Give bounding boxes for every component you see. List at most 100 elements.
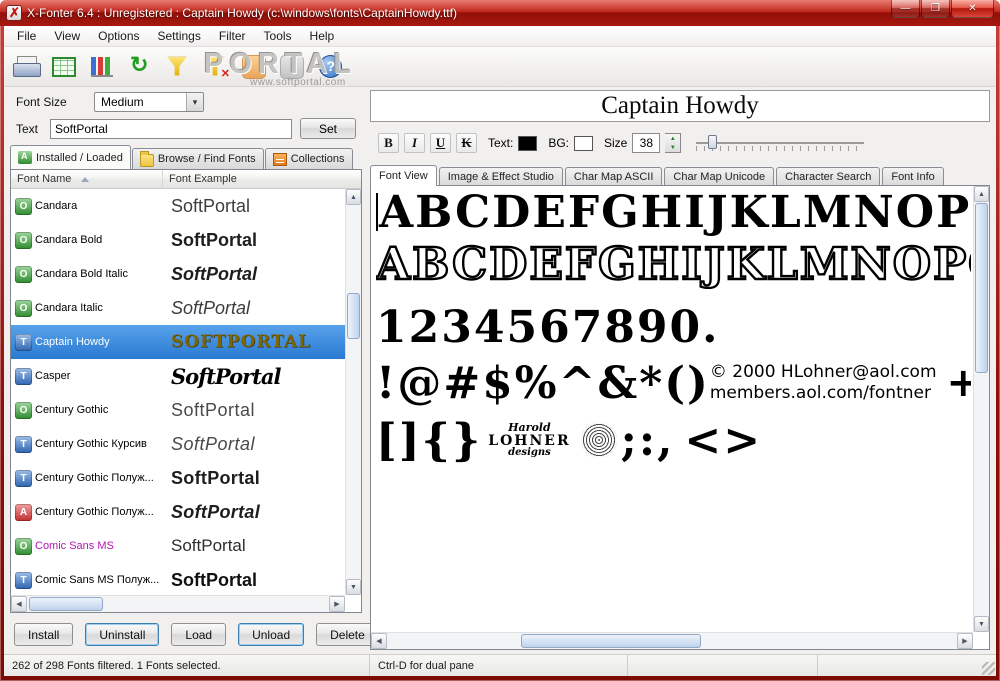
sample-text-input[interactable] [50,118,292,139]
load-button[interactable]: Load [171,623,227,646]
tab-image-effect-studio[interactable]: Image & Effect Studio [438,167,563,186]
font-name: Comic Sans MS Полуж... [35,574,160,586]
preview-text: + [946,360,971,407]
scroll-up-icon[interactable] [974,186,989,202]
scrollbar-thumb[interactable] [521,634,701,648]
scroll-down-icon[interactable] [974,616,989,632]
tab-collections[interactable]: Collections [264,148,353,169]
window-title: X-Fonter 6.4 : Unregistered : Captain Ho… [27,6,457,20]
puzzle-gray-button[interactable] [274,51,310,83]
size-slider[interactable] [696,134,865,152]
table-row-candara-bold[interactable]: O Candara Bold SoftPortal [11,223,345,257]
table-row-century-gothic[interactable]: O Century Gothic SoftPortal [11,393,345,427]
scrollbar-thumb[interactable] [29,597,103,611]
maximize-button[interactable]: ❐ [921,0,950,18]
logo-line: Harold [508,421,551,435]
font-type-icon: O [15,537,32,555]
preview-vertical-scrollbar[interactable] [973,186,989,632]
spin-down-icon[interactable] [665,143,680,152]
tab-font-view[interactable]: Font View [370,165,437,186]
table-row-captain-howdy[interactable]: T Captain Howdy SOFTPORTAL [11,325,345,359]
scroll-up-icon[interactable] [346,189,361,205]
filter-clear-button[interactable] [198,51,234,83]
bg-color-swatch[interactable] [574,135,594,151]
scroll-left-icon[interactable] [371,633,387,649]
library-button[interactable] [84,51,120,83]
tab-installed-loaded[interactable]: Installed / Loaded [10,145,131,169]
menu-item-help[interactable]: Help [301,27,344,46]
print-button[interactable] [8,51,44,83]
column-header-font-example[interactable]: Font Example [163,170,361,189]
table-row-candara-italic[interactable]: O Candara Italic SoftPortal [11,291,345,325]
font-type-icon: T [15,571,32,589]
scrollbar-thumb[interactable] [347,293,360,339]
menu-item-options[interactable]: Options [89,27,148,46]
column-header-font-name[interactable]: Font Name [11,170,163,189]
resize-grip[interactable] [982,662,995,675]
spin-up-icon[interactable] [665,134,680,143]
font-table-button[interactable] [46,51,82,83]
slider-thumb[interactable] [708,135,718,149]
font-example: SOFTPORTAL [171,332,312,352]
tab-character-search[interactable]: Character Search [776,167,881,186]
set-button[interactable]: Set [300,118,356,139]
table-row-comic-sans-ms[interactable]: O Comic Sans MS SoftPortal [11,529,345,563]
close-button[interactable]: ✕ [951,0,994,18]
menu-item-settings[interactable]: Settings [149,27,210,46]
scroll-right-icon[interactable] [329,596,345,612]
menu-item-file[interactable]: File [8,27,45,46]
table-row-century-gothic[interactable]: T Century Gothic Полуж... SoftPortal [11,461,345,495]
preview-horizontal-scrollbar[interactable] [371,632,973,649]
uninstall-button[interactable]: Uninstall [85,623,160,646]
strikethrough-button[interactable]: K [456,133,477,153]
font-type-icon: O [15,197,32,215]
table-row-candara[interactable]: O Candara SoftPortal [11,189,345,223]
refresh-button[interactable] [122,51,158,83]
font-type-icon: T [15,367,32,385]
filter-button[interactable] [160,51,196,83]
title-bar[interactable]: X-Fonter 6.4 : Unregistered : Captain Ho… [0,0,1000,26]
status-hint: Ctrl-D for dual pane [370,655,628,676]
minimize-button[interactable]: — [891,0,920,18]
logo-line: designs [508,447,551,459]
puzzle-orange-button[interactable] [236,51,272,83]
preview-text: ABCDEFGHIJKLMNOPQ [379,188,971,238]
toolbar: PORTAL www.softportal.com [4,47,996,88]
tab-char-map-unicode[interactable]: Char Map Unicode [664,167,775,186]
preview-line-symbols: !@#$%^&*() © 2000 HLohner@aol.com member… [376,358,971,408]
scroll-right-icon[interactable] [957,633,973,649]
main-area: Font Size Medium Text Set Installed / Lo… [4,87,996,654]
table-row-century-gothic[interactable]: T Century Gothic Курсив SoftPortal [11,427,345,461]
scroll-down-icon[interactable] [346,579,361,595]
tab-font-info[interactable]: Font Info [882,167,944,186]
scroll-left-icon[interactable] [11,596,27,612]
font-list-vertical-scrollbar[interactable] [345,189,361,595]
client-area: FileViewOptionsSettingsFilterToolsHelp P… [4,26,996,676]
tab-char-map-ascii[interactable]: Char Map ASCII [564,167,663,186]
table-row-comic-sans-ms[interactable]: T Comic Sans MS Полуж... SoftPortal [11,563,345,595]
font-list-horizontal-scrollbar[interactable] [11,595,345,612]
designer-logo: Harold LOHNER designs [488,422,570,459]
underline-button[interactable]: U [430,133,451,153]
scrollbar-thumb[interactable] [975,203,988,373]
unload-button[interactable]: Unload [238,623,305,646]
menu-item-view[interactable]: View [45,27,89,46]
table-row-casper[interactable]: T Casper SoftPortal [11,359,345,393]
text-color-swatch[interactable] [518,135,538,151]
font-size-dropdown[interactable]: Medium [94,92,204,112]
toolbar-buttons [4,47,996,86]
size-input[interactable] [632,133,661,153]
chevron-down-icon[interactable] [186,93,203,111]
help-button[interactable] [312,51,348,83]
install-button[interactable]: Install [14,623,74,646]
menu-item-filter[interactable]: Filter [210,27,255,46]
bold-button[interactable]: B [378,133,399,153]
tab-browse-find-fonts[interactable]: Browse / Find Fonts [131,148,264,169]
font-table: Font Name Font Example O Candara SoftPor… [10,169,362,613]
size-spinner[interactable] [665,133,682,153]
table-row-century-gothic[interactable]: A Century Gothic Полуж... SoftPortal [11,495,345,529]
italic-button[interactable]: I [404,133,425,153]
table-row-candara-bold-italic[interactable]: O Candara Bold Italic SoftPortal [11,257,345,291]
font-preview: ABCDEFGHIJKLMNOPQ ABCDEFGHIJKLMNOPQ 1234… [370,185,990,650]
menu-item-tools[interactable]: Tools [255,27,301,46]
